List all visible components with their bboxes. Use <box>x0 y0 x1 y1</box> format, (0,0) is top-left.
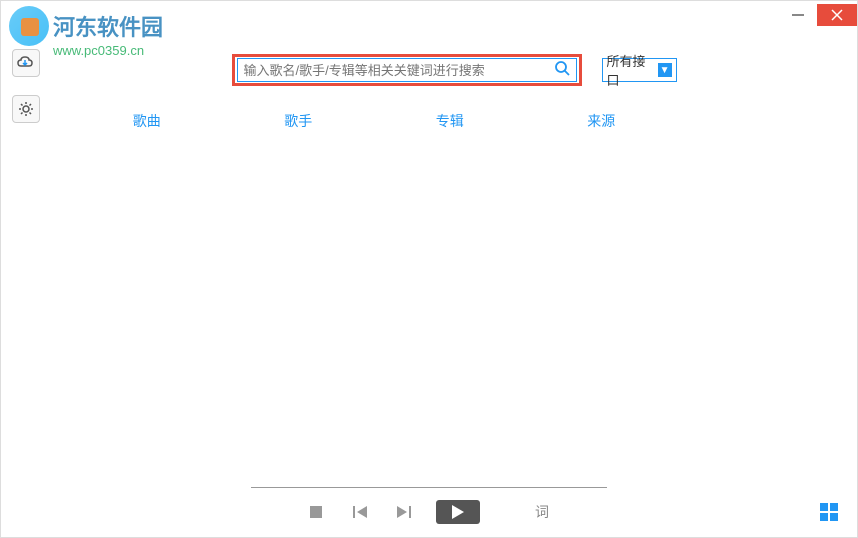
minimize-icon <box>792 14 804 16</box>
search-row: 所有接口 ▼ <box>51 54 857 86</box>
close-button[interactable] <box>817 4 857 26</box>
column-song[interactable]: 歌曲 <box>133 111 161 131</box>
gear-icon <box>17 100 35 118</box>
chevron-down-icon: ▼ <box>658 63 672 77</box>
next-button[interactable] <box>392 500 416 524</box>
previous-icon <box>353 506 367 518</box>
column-album[interactable]: 专辑 <box>436 111 464 131</box>
stop-button[interactable] <box>304 500 328 524</box>
column-headers: 歌曲 歌手 专辑 来源 <box>51 111 857 131</box>
column-source[interactable]: 来源 <box>587 111 615 131</box>
search-box[interactable] <box>237 58 577 82</box>
sidebar-cloud-button[interactable] <box>12 49 40 77</box>
next-icon <box>397 506 411 518</box>
source-select[interactable]: 所有接口 ▼ <box>602 58 677 82</box>
progress-line[interactable] <box>251 487 607 488</box>
search-input[interactable] <box>244 63 554 78</box>
titlebar <box>1 1 857 29</box>
grid-view-button[interactable] <box>817 500 841 524</box>
cloud-icon <box>16 56 36 70</box>
sidebar-settings-button[interactable] <box>12 95 40 123</box>
source-select-label: 所有接口 <box>607 51 658 89</box>
close-icon <box>831 9 843 21</box>
play-icon <box>452 505 464 519</box>
content-area: 所有接口 ▼ 歌曲 歌手 专辑 来源 <box>51 29 857 487</box>
player-bar: 词 <box>1 487 857 537</box>
previous-button[interactable] <box>348 500 372 524</box>
search-box-highlight <box>232 54 582 86</box>
grid-icon <box>820 503 838 521</box>
lyrics-button[interactable]: 词 <box>530 500 554 524</box>
play-button[interactable] <box>436 500 480 524</box>
sidebar <box>1 29 51 487</box>
column-artist[interactable]: 歌手 <box>284 111 312 131</box>
main-area: 所有接口 ▼ 歌曲 歌手 专辑 来源 <box>1 29 857 487</box>
stop-icon <box>310 506 322 518</box>
search-icon[interactable] <box>554 60 570 81</box>
minimize-button[interactable] <box>783 4 813 26</box>
